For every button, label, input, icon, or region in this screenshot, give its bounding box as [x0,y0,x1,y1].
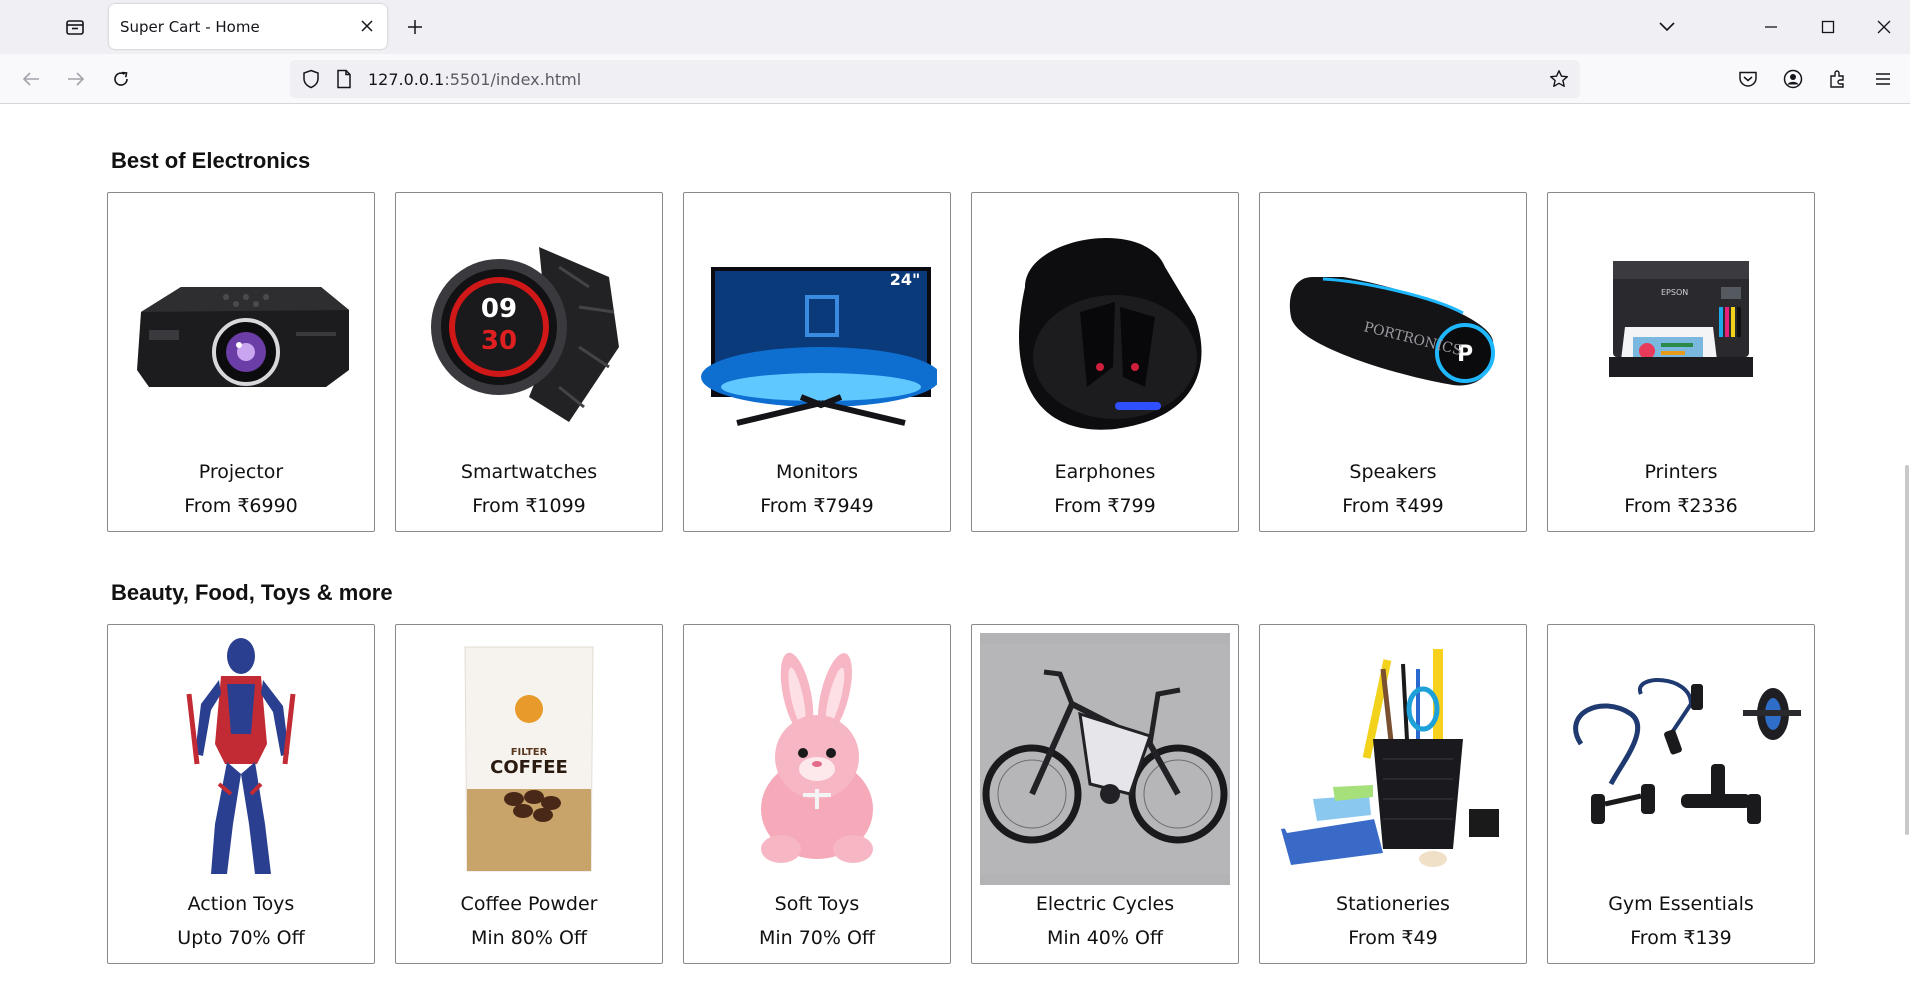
section-title-electronics: Best of Electronics [111,148,311,173]
product-card-stationeries[interactable]: Stationeries From ₹49 [1259,624,1527,964]
product-name: Electric Cycles [1035,893,1175,915]
product-name: Soft Toys [774,893,860,915]
pocket-icon[interactable] [1733,64,1763,94]
product-price: From ₹139 [1630,927,1732,949]
action-figure-image [116,633,366,885]
speaker-image: P PORTRONICS [1268,201,1518,453]
electronics-row: Projector From ₹6990 09 30 Smartwatches … [107,192,1815,532]
product-price: From ₹499 [1342,495,1444,517]
bookmark-star-icon[interactable] [1548,68,1570,90]
address-bar[interactable]: 127.0.0.1:5501/index.html [290,60,1580,98]
back-icon[interactable] [16,64,46,94]
product-card-electric-cycles[interactable]: Electric Cycles Min 40% Off [971,624,1239,964]
product-card-speakers[interactable]: P PORTRONICS Speakers From ₹499 [1259,192,1527,532]
stationery-image [1268,633,1518,885]
svg-text:COFFEE: COFFEE [490,757,568,778]
product-price: From ₹799 [1054,495,1156,517]
shield-icon[interactable] [300,68,322,90]
active-tab[interactable]: Super Cart - Home [109,4,387,49]
page-info-icon[interactable] [333,68,355,90]
product-name: Gym Essentials [1608,893,1754,915]
page-scrollbar[interactable] [1905,465,1909,835]
browser-nav-bar: 127.0.0.1:5501/index.html [0,54,1910,104]
menu-icon[interactable] [1868,64,1898,94]
url-text: 127.0.0.1:5501/index.html [368,70,581,89]
product-card-gym-essentials[interactable]: Gym Essentials From ₹139 [1547,624,1815,964]
printer-brand-label: EPSON [1661,288,1688,297]
svg-text:09: 09 [481,294,517,324]
product-name: Stationeries [1336,893,1450,915]
browser-tab-strip: Super Cart - Home [0,0,1910,54]
product-card-monitors[interactable]: 24" Monitors From ₹7949 [683,192,951,532]
product-price: Min 70% Off [758,927,876,949]
maximize-icon[interactable] [1811,10,1845,44]
product-price: From ₹6990 [184,495,298,517]
minimize-icon[interactable] [1754,10,1788,44]
svg-text:30: 30 [481,326,517,356]
product-price: Upto 70% Off [177,927,305,949]
close-tab-icon[interactable] [357,16,377,36]
product-name: Action Toys [187,893,295,915]
product-name: Smartwatches [460,461,598,483]
product-name: Speakers [1349,461,1437,483]
gym-kit-image [1556,633,1806,885]
monitor-image: 24" [692,201,942,453]
product-card-smartwatches[interactable]: 09 30 Smartwatches From ₹1099 [395,192,663,532]
product-price: From ₹2336 [1624,495,1738,517]
earphones-image [980,201,1230,453]
product-price: Min 40% Off [1046,927,1164,949]
product-card-projector[interactable]: Projector From ₹6990 [107,192,375,532]
url-host: 127.0.0.1 [368,70,445,89]
extensions-icon[interactable] [1823,64,1853,94]
product-price: Min 80% Off [470,927,588,949]
product-card-soft-toys[interactable]: Soft Toys Min 70% Off [683,624,951,964]
url-path: :5501/index.html [444,70,582,89]
product-card-coffee-powder[interactable]: FILTER COFFEE Coffee Powder Min 80% Off [395,624,663,964]
page-content: Best of Electronics Projector From ₹6990 [0,105,1910,984]
reload-icon[interactable] [106,64,136,94]
new-tab-icon[interactable] [400,12,430,42]
tab-title: Super Cart - Home [120,18,260,36]
account-icon[interactable] [1778,64,1808,94]
close-window-icon[interactable] [1867,10,1901,44]
section-title-beauty-food-toys: Beauty, Food, Toys & more [111,580,393,605]
list-all-tabs-icon[interactable] [1650,10,1684,44]
product-name: Monitors [775,461,859,483]
teddy-bunny-image [692,633,942,885]
beauty-food-toys-row: Action Toys Upto 70% Off FILTER COFFEE C… [107,624,1815,964]
forward-icon[interactable] [61,64,91,94]
product-price: From ₹49 [1348,927,1438,949]
projector-image [116,201,366,453]
product-price: From ₹1099 [472,495,586,517]
product-card-action-toys[interactable]: Action Toys Upto 70% Off [107,624,375,964]
product-name: Earphones [1054,461,1156,483]
product-card-earphones[interactable]: Earphones From ₹799 [971,192,1239,532]
monitor-size-badge: 24" [890,270,921,289]
product-name: Printers [1644,461,1718,483]
smartwatch-image: 09 30 [404,201,654,453]
product-card-printers[interactable]: EPSON Printers From ₹2336 [1547,192,1815,532]
printer-image: EPSON [1556,201,1806,453]
tab-list-icon[interactable] [60,13,90,41]
electric-cycle-image [980,633,1230,885]
product-name: Projector [198,461,284,483]
product-price: From ₹7949 [760,495,874,517]
coffee-pack-image: FILTER COFFEE [404,633,654,885]
product-name: Coffee Powder [460,893,598,915]
